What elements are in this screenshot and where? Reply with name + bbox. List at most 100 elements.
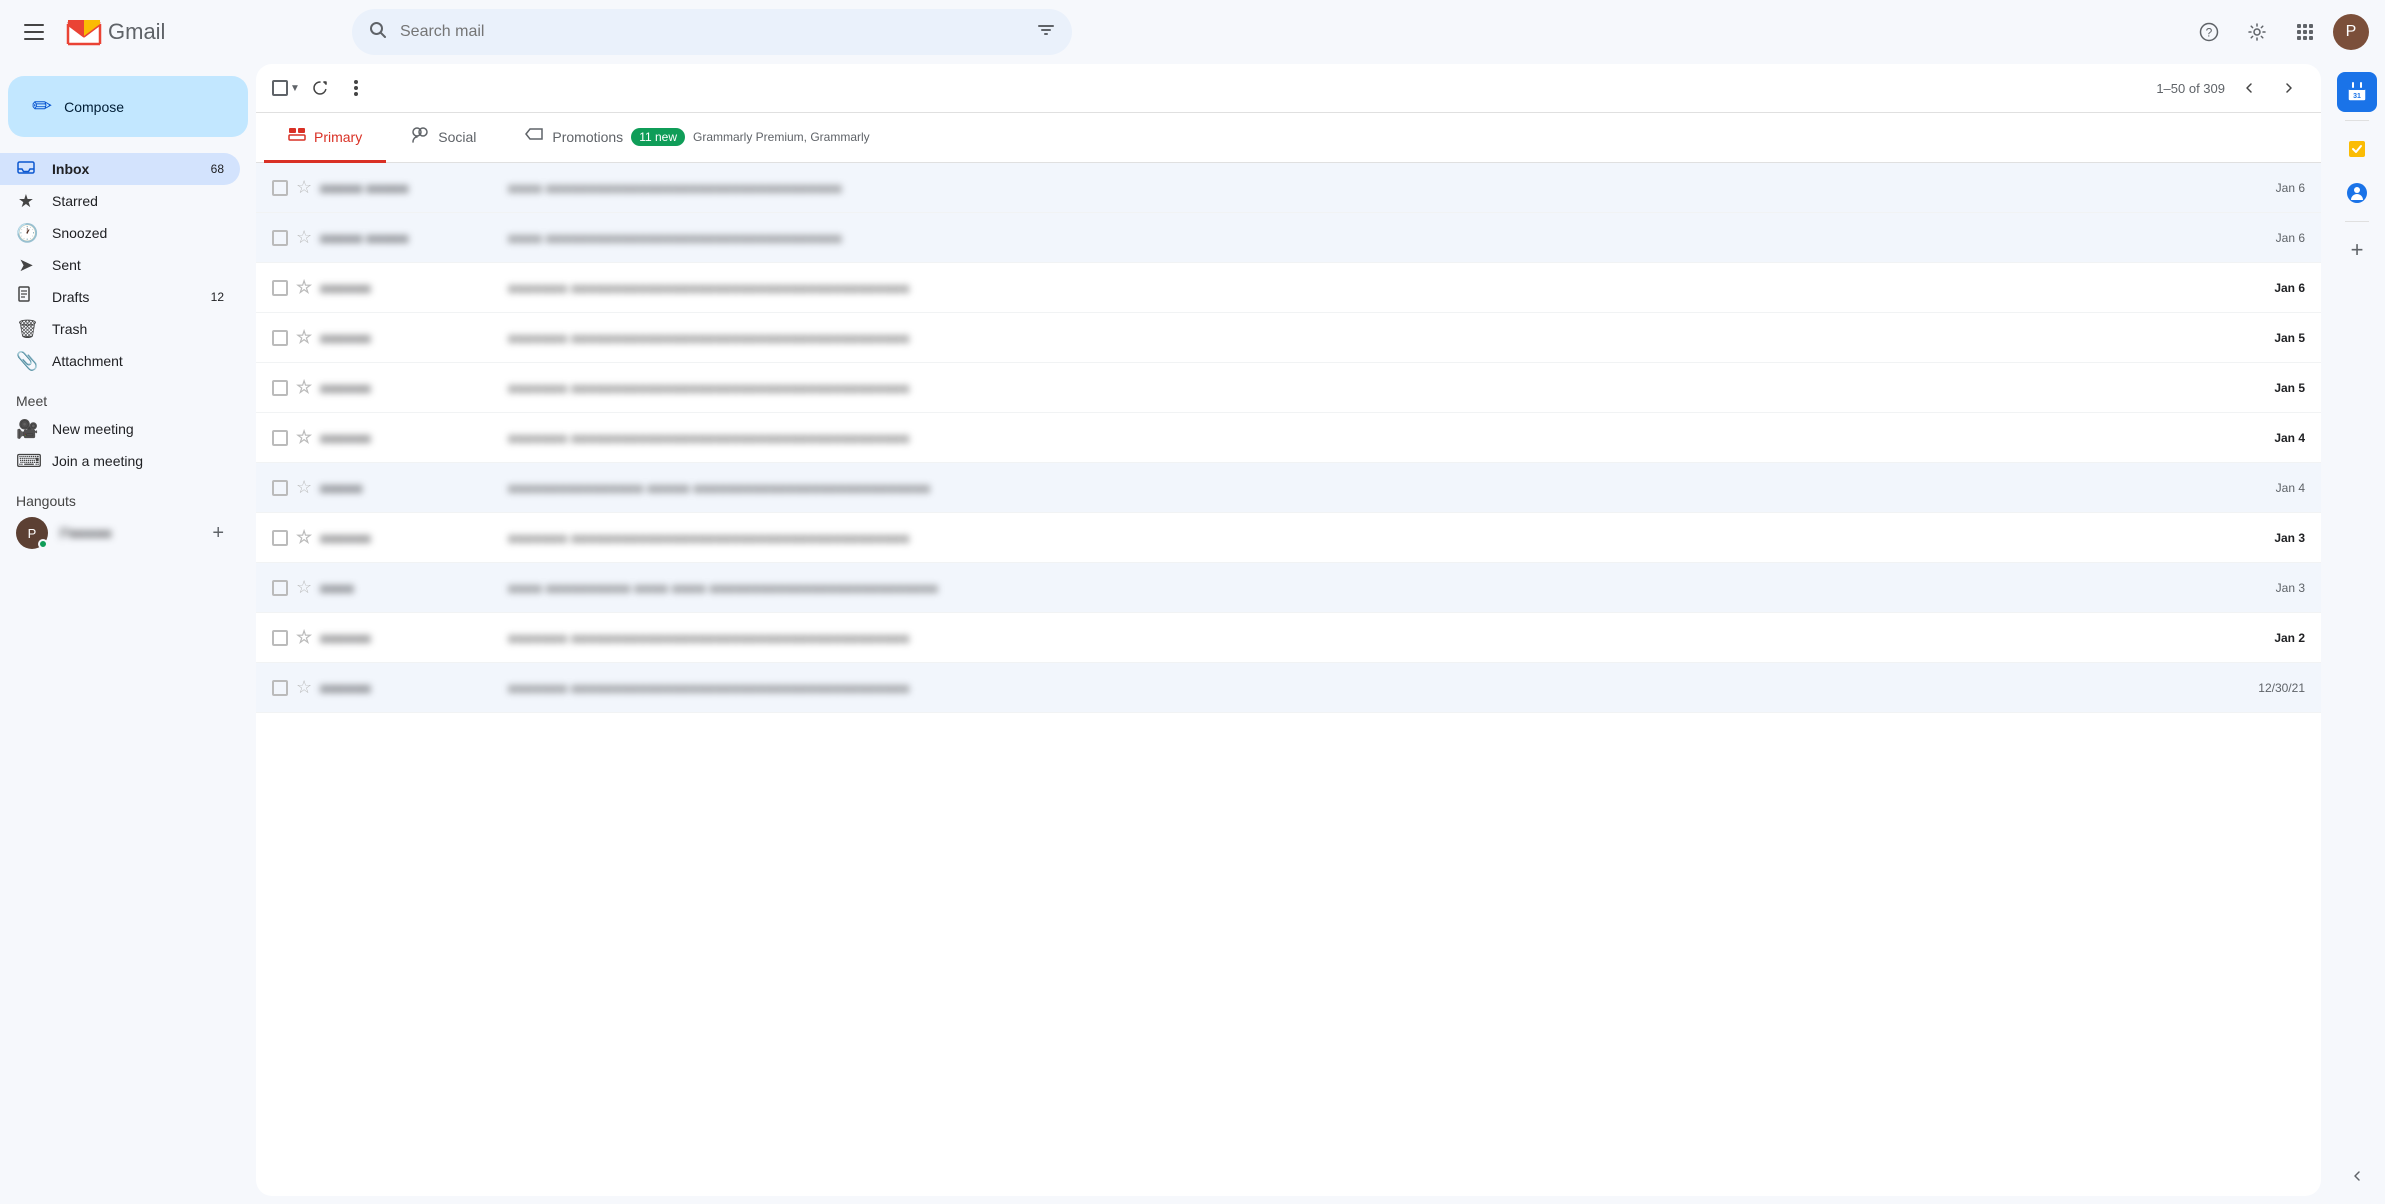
sidebar-item-new-meeting[interactable]: 🎥 New meeting bbox=[0, 413, 240, 445]
email-row[interactable]: ☆ ●●●●● ●●●●● ●●●● ●●●●●●●●●●●●●●●●●●●●●… bbox=[256, 163, 2321, 213]
search-bar[interactable] bbox=[352, 9, 1072, 55]
tab-primary[interactable]: Primary bbox=[264, 113, 386, 163]
email-checkbox[interactable] bbox=[272, 680, 288, 696]
select-all-checkbox-wrap[interactable]: ▼ bbox=[272, 80, 300, 96]
email-list: ☆ ●●●●● ●●●●● ●●●● ●●●●●●●●●●●●●●●●●●●●●… bbox=[256, 163, 2321, 1196]
email-checkbox[interactable] bbox=[272, 580, 288, 596]
sidebar-item-inbox[interactable]: Inbox 68 bbox=[0, 153, 240, 185]
tasks-icon[interactable] bbox=[2337, 129, 2377, 169]
email-checkbox[interactable] bbox=[272, 430, 288, 446]
email-checkbox[interactable] bbox=[272, 630, 288, 646]
star-toggle[interactable]: ☆ bbox=[296, 327, 312, 348]
select-all-dropdown-icon[interactable]: ▼ bbox=[290, 83, 300, 94]
star-toggle[interactable]: ☆ bbox=[296, 377, 312, 398]
tab-social[interactable]: Social bbox=[386, 113, 500, 163]
sidebar-item-sent[interactable]: ➤ Sent bbox=[0, 249, 240, 281]
email-subject: ●●●●●●● ●●●●●●●●●●●●●●●●●●●●●●●●●●●●●●●●… bbox=[508, 280, 2247, 296]
sidebar-item-trash[interactable]: 🗑 Trash bbox=[0, 313, 240, 345]
email-row[interactable]: ☆ ●●●●● ●●●●●●●●●●●●●●●● ●●●●● ●●●●●●●●●… bbox=[256, 463, 2321, 513]
video-icon: 🎥 bbox=[16, 419, 36, 440]
menu-button[interactable] bbox=[16, 16, 52, 48]
email-checkbox[interactable] bbox=[272, 330, 288, 346]
hangouts-section-label: Hangouts bbox=[0, 477, 256, 513]
search-options-icon[interactable] bbox=[1036, 20, 1056, 45]
email-row[interactable]: ☆ ●●●●●● ●●●●●●● ●●●●●●●●●●●●●●●●●●●●●●●… bbox=[256, 313, 2321, 363]
promotions-subtitle: Grammarly Premium, Grammarly bbox=[693, 130, 870, 144]
email-row[interactable]: ☆ ●●●●●● ●●●●●●● ●●●●●●●●●●●●●●●●●●●●●●●… bbox=[256, 663, 2321, 713]
sidebar-item-join-meeting[interactable]: ⌨ Join a meeting bbox=[0, 445, 240, 477]
email-checkbox[interactable] bbox=[272, 280, 288, 296]
add-app-button[interactable]: + bbox=[2337, 230, 2377, 270]
email-checkbox[interactable] bbox=[272, 480, 288, 496]
next-page-button[interactable] bbox=[2273, 72, 2305, 104]
email-sender: ●●●●●● bbox=[320, 430, 500, 446]
email-row[interactable]: ☆ ●●●●●● ●●●●●●● ●●●●●●●●●●●●●●●●●●●●●●●… bbox=[256, 513, 2321, 563]
star-toggle[interactable]: ☆ bbox=[296, 227, 312, 248]
email-date: Jan 4 bbox=[2255, 431, 2305, 445]
hangout-add-button[interactable]: + bbox=[212, 522, 224, 545]
hangout-avatar-letter: P bbox=[28, 526, 37, 541]
calendar-icon[interactable]: 31 bbox=[2337, 72, 2377, 112]
star-toggle[interactable]: ☆ bbox=[296, 627, 312, 648]
star-toggle[interactable]: ☆ bbox=[296, 527, 312, 548]
help-button[interactable]: ? bbox=[2189, 12, 2229, 52]
app-name: Gmail bbox=[108, 19, 165, 45]
settings-button[interactable] bbox=[2237, 12, 2277, 52]
search-input[interactable] bbox=[400, 23, 1024, 41]
star-toggle[interactable]: ☆ bbox=[296, 477, 312, 498]
email-checkbox[interactable] bbox=[272, 230, 288, 246]
inbox-label: Inbox bbox=[52, 161, 89, 177]
email-checkbox[interactable] bbox=[272, 180, 288, 196]
email-row[interactable]: ☆ ●●●● ●●●● ●●●●●●●●●● ●●●● ●●●● ●●●●●●●… bbox=[256, 563, 2321, 613]
star-toggle[interactable]: ☆ bbox=[296, 427, 312, 448]
more-options-button[interactable] bbox=[340, 72, 372, 104]
email-row[interactable]: ☆ ●●●●●● ●●●●●●● ●●●●●●●●●●●●●●●●●●●●●●●… bbox=[256, 263, 2321, 313]
trash-icon: 🗑 bbox=[16, 319, 36, 340]
collapse-right-sidebar[interactable] bbox=[2337, 1156, 2377, 1196]
new-meeting-label: New meeting bbox=[52, 421, 134, 437]
promotions-badge: 11 new bbox=[631, 128, 685, 146]
email-sender: ●●●●●● bbox=[320, 630, 500, 646]
email-row[interactable]: ☆ ●●●●●● ●●●●●●● ●●●●●●●●●●●●●●●●●●●●●●●… bbox=[256, 363, 2321, 413]
keyboard-icon: ⌨ bbox=[16, 451, 36, 472]
email-row[interactable]: ☆ ●●●●●● ●●●●●●● ●●●●●●●●●●●●●●●●●●●●●●●… bbox=[256, 613, 2321, 663]
email-sender: ●●●●●● bbox=[320, 330, 500, 346]
svg-text:31: 31 bbox=[2353, 93, 2361, 100]
sidebar-item-snoozed[interactable]: 🕐 Snoozed bbox=[0, 217, 240, 249]
sidebar: ✏ Compose Inbox 68 ★ Starred 🕐 Snoozed ➤… bbox=[0, 64, 256, 1204]
select-all-checkbox[interactable] bbox=[272, 80, 288, 96]
clock-icon: 🕐 bbox=[16, 223, 36, 244]
sidebar-item-starred[interactable]: ★ Starred bbox=[0, 185, 240, 217]
email-subject: ●●●● ●●●●●●●●●● ●●●● ●●●● ●●●●●●●●●●●●●●… bbox=[508, 580, 2247, 596]
contacts-icon[interactable] bbox=[2337, 173, 2377, 213]
email-sender: ●●●●●● bbox=[320, 280, 500, 296]
email-subject: ●●●●●●● ●●●●●●●●●●●●●●●●●●●●●●●●●●●●●●●●… bbox=[508, 680, 2247, 696]
email-checkbox[interactable] bbox=[272, 380, 288, 396]
star-toggle[interactable]: ☆ bbox=[296, 277, 312, 298]
hangout-avatar: P bbox=[16, 517, 48, 549]
sidebar-item-drafts[interactable]: Drafts 12 bbox=[0, 281, 240, 313]
sidebar-item-attachment[interactable]: 📎 Attachment bbox=[0, 345, 240, 377]
draft-icon bbox=[16, 286, 36, 309]
star-toggle[interactable]: ☆ bbox=[296, 577, 312, 598]
email-sender: ●●●●●● bbox=[320, 530, 500, 546]
email-checkbox[interactable] bbox=[272, 530, 288, 546]
star-toggle[interactable]: ☆ bbox=[296, 177, 312, 198]
right-sidebar: 31 + bbox=[2329, 64, 2385, 1204]
email-row[interactable]: ☆ ●●●●● ●●●●● ●●●● ●●●●●●●●●●●●●●●●●●●●●… bbox=[256, 213, 2321, 263]
refresh-button[interactable] bbox=[304, 72, 336, 104]
email-date: Jan 5 bbox=[2255, 331, 2305, 345]
search-icon bbox=[368, 20, 388, 45]
promotions-tab-icon bbox=[524, 125, 544, 148]
apps-button[interactable] bbox=[2285, 12, 2325, 52]
starred-label: Starred bbox=[52, 193, 98, 209]
tab-promotions[interactable]: Promotions 11 new Grammarly Premium, Gra… bbox=[500, 113, 893, 163]
email-row[interactable]: ☆ ●●●●●● ●●●●●●● ●●●●●●●●●●●●●●●●●●●●●●●… bbox=[256, 413, 2321, 463]
compose-button[interactable]: ✏ Compose bbox=[8, 76, 248, 137]
social-tab-icon bbox=[410, 125, 430, 148]
user-avatar[interactable]: P bbox=[2333, 14, 2369, 50]
prev-page-button[interactable] bbox=[2233, 72, 2265, 104]
email-subject: ●●●●●●● ●●●●●●●●●●●●●●●●●●●●●●●●●●●●●●●●… bbox=[508, 530, 2247, 546]
star-toggle[interactable]: ☆ bbox=[296, 677, 312, 698]
sent-label: Sent bbox=[52, 257, 81, 273]
